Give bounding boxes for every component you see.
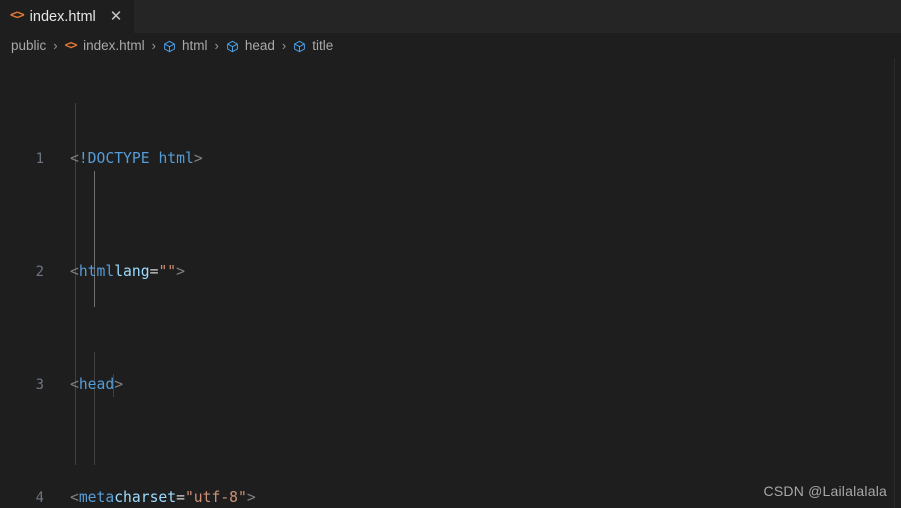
breadcrumb-item-head[interactable]: head xyxy=(226,38,275,53)
vscode-window: <> index.html ✕ public › <> index.html ›… xyxy=(0,0,901,508)
code-line[interactable]: 3 < head > xyxy=(0,374,901,397)
breadcrumb-item-public[interactable]: public xyxy=(11,38,46,53)
symbol-cube-icon xyxy=(163,40,176,53)
html-file-icon: <> xyxy=(64,37,78,52)
close-icon[interactable]: ✕ xyxy=(107,7,126,26)
breadcrumb-label: index.html xyxy=(83,38,145,53)
tab-index-html[interactable]: <> index.html ✕ xyxy=(0,0,135,33)
code-line[interactable]: 2 < html lang = "" > xyxy=(0,261,901,284)
editor-tab-bar: <> index.html ✕ xyxy=(0,0,901,33)
breadcrumb-item-title[interactable]: title xyxy=(293,38,333,53)
code-line[interactable]: 1 < !DOCTYPE html > xyxy=(0,148,901,171)
line-number: 4 xyxy=(35,490,44,507)
tab-bar-empty-space xyxy=(134,0,901,33)
watermark: CSDN @Lailalalala xyxy=(763,483,887,499)
breadcrumb-item-index-html[interactable]: <> index.html xyxy=(64,37,145,54)
chevron-right-icon: › xyxy=(281,38,287,53)
tab-label: index.html xyxy=(29,8,96,25)
html-file-icon: <> xyxy=(10,8,25,23)
chevron-right-icon: › xyxy=(214,38,219,53)
breadcrumb: public › <> index.html › html › head › t… xyxy=(0,33,901,58)
symbol-cube-icon xyxy=(226,40,239,53)
symbol-cube-icon xyxy=(293,40,306,53)
line-content[interactable]: < head > xyxy=(44,374,901,397)
line-content[interactable]: < !DOCTYPE html > xyxy=(44,148,901,171)
breadcrumb-label: html xyxy=(181,38,208,53)
breadcrumb-label: public xyxy=(11,38,47,53)
chevron-right-icon: › xyxy=(151,38,156,53)
line-content[interactable]: < html lang = "" > xyxy=(44,261,901,284)
breadcrumb-item-html[interactable]: html xyxy=(163,38,208,53)
line-number: 2 xyxy=(35,264,44,281)
breadcrumb-label: head xyxy=(244,38,275,53)
code-lines[interactable]: 1 < !DOCTYPE html > 2 < html lang = "" > 3 < he… xyxy=(0,58,901,508)
breadcrumb-label: title xyxy=(312,38,334,53)
line-number: 3 xyxy=(35,377,44,394)
chevron-right-icon: › xyxy=(53,38,58,53)
line-number: 1 xyxy=(35,151,44,168)
code-editor[interactable]: 1 < !DOCTYPE html > 2 < html lang = "" > 3 < he… xyxy=(0,58,901,508)
